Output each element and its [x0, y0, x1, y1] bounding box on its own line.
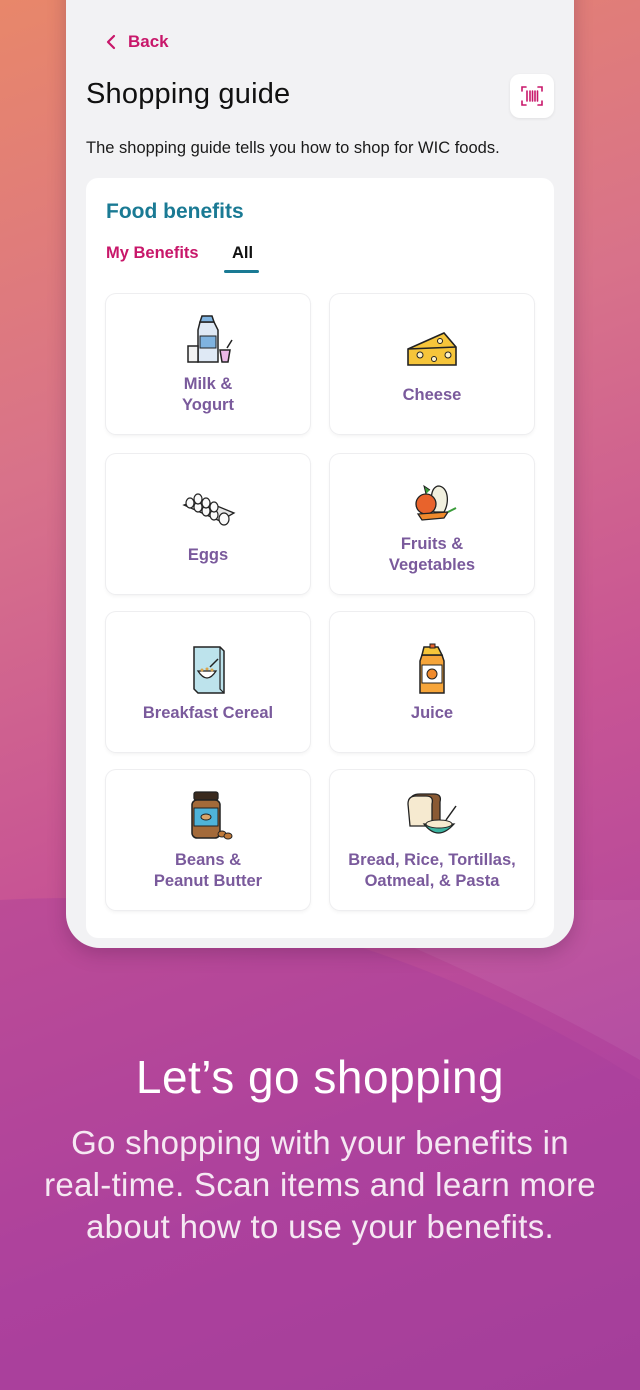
category-label: Beans & Peanut Butter	[153, 851, 263, 890]
category-label: Cheese	[402, 385, 462, 404]
barcode-scan-icon	[521, 86, 543, 106]
page-title: Shopping guide	[86, 78, 291, 110]
page-description: The shopping guide tells you how to shop…	[86, 139, 500, 157]
chevron-left-icon	[106, 34, 116, 50]
eggs-icon	[182, 492, 236, 526]
category-label: Fruits & Vegetables	[388, 535, 476, 574]
category-label: Juice	[410, 703, 454, 722]
category-breakfast-cereal[interactable]: Breakfast Cereal	[106, 612, 310, 752]
beans-peanut-butter-icon	[191, 791, 233, 840]
category-label: Milk & Yogurt	[182, 375, 234, 414]
grains-icon	[407, 793, 457, 834]
fruits-vegetables-icon	[415, 484, 457, 521]
category-juice[interactable]: Juice	[330, 612, 534, 752]
back-button[interactable]: Back	[104, 30, 169, 54]
tab-my-benefits[interactable]: My Benefits	[106, 244, 199, 263]
category-label: Eggs	[187, 545, 229, 564]
category-label: Bread, Rice, Tortillas, Oatmeal, & Pasta	[348, 851, 516, 890]
back-label: Back	[128, 32, 169, 51]
category-bread-rice-tortillas-oatmeal-pasta[interactable]: Bread, Rice, Tortillas, Oatmeal, & Pasta	[330, 770, 534, 910]
category-eggs[interactable]: Eggs	[106, 454, 310, 594]
category-label: Breakfast Cereal	[142, 703, 274, 722]
category-cheese[interactable]: Cheese	[330, 294, 534, 434]
food-benefits-title: Food benefits	[106, 200, 244, 223]
cereal-icon	[193, 645, 225, 694]
phone-screen: Back Shopping guide The shopping guide t…	[66, 0, 574, 948]
tab-all[interactable]: All	[232, 244, 253, 263]
juice-icon	[419, 643, 445, 694]
milk-yogurt-icon	[187, 315, 233, 363]
promo-headline: Let’s go shopping	[135, 1051, 505, 1103]
category-milk-yogurt[interactable]: Milk & Yogurt	[106, 294, 310, 434]
promo-body: Go shopping with your benefits in real-t…	[44, 1124, 596, 1245]
active-tab-indicator	[224, 270, 259, 273]
food-benefits-card: Food benefits My Benefits All Milk & Yog…	[86, 178, 554, 938]
category-fruits-vegetables[interactable]: Fruits & Vegetables	[330, 454, 534, 594]
barcode-scan-button[interactable]	[510, 74, 554, 118]
category-beans-peanut-butter[interactable]: Beans & Peanut Butter	[106, 770, 310, 910]
cheese-icon	[407, 331, 457, 366]
